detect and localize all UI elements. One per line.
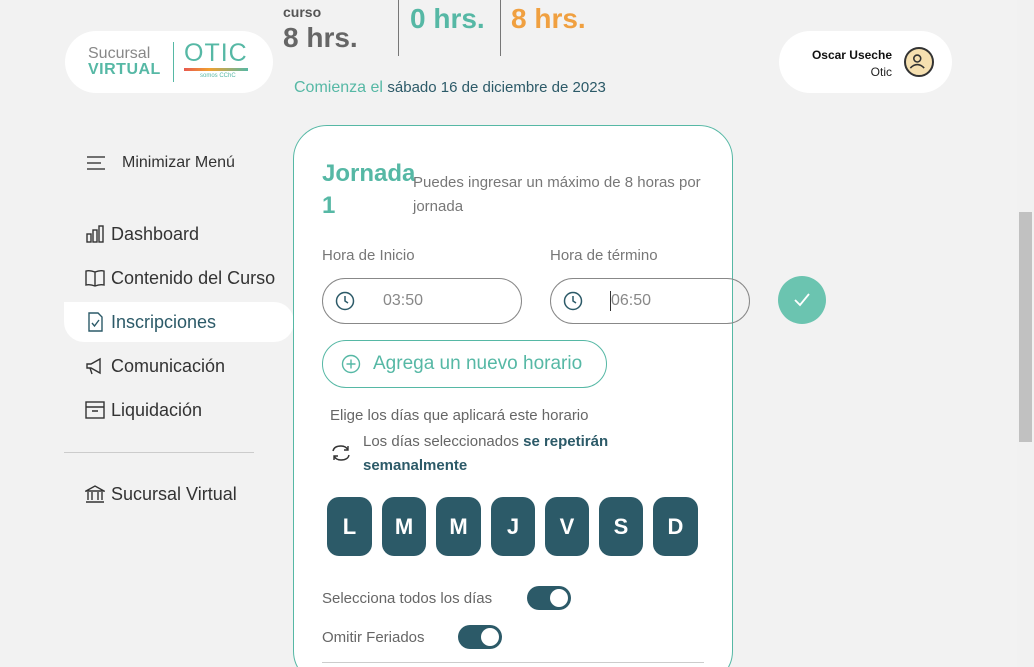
stat-divider <box>398 0 399 56</box>
jornada-help: Puedes ingresar un máximo de 8 horas por… <box>413 174 701 215</box>
select-all-toggle[interactable] <box>527 586 571 610</box>
day-button-martes[interactable]: M <box>382 497 426 556</box>
sidebar-item-sucursal-virtual[interactable]: Sucursal Virtual <box>64 474 294 514</box>
start-date: Comienza el sábado 16 de diciembre de 20… <box>294 79 606 97</box>
stat-curso-label: curso <box>283 4 322 20</box>
repeat-info: Los días seleccionados se repetirán sema… <box>363 430 643 478</box>
clock-icon <box>335 291 355 311</box>
check-icon <box>794 293 810 307</box>
logo-divider <box>173 42 174 82</box>
start-time-label: Hora de Inicio <box>322 247 415 264</box>
start-time-value: 03:50 <box>383 292 424 309</box>
sidebar-nav: Dashboard Contenido del Curso Inscripcio… <box>64 214 294 434</box>
day-button-domingo[interactable]: D <box>653 497 698 556</box>
start-date-value: sábado 16 de diciembre de 2023 <box>387 79 606 96</box>
sidebar-item-label: Contenido del Curso <box>111 267 276 288</box>
sidebar-item-dashboard[interactable]: Dashboard <box>64 214 294 254</box>
choose-days-text: Elige los días que aplicará este horario <box>330 407 589 424</box>
schedule-card: Jornada 1 Puedes ingresar un máximo de 8… <box>293 125 826 667</box>
sidebar-bottom: Sucursal Virtual <box>64 474 294 518</box>
logo[interactable]: Sucursal VIRTUAL OTIC somos CChC <box>65 31 273 93</box>
skip-holidays-label: Omitir Feriados <box>322 628 425 646</box>
megaphone-icon <box>86 357 101 375</box>
day-button-miercoles[interactable]: M <box>436 497 481 556</box>
clock-icon <box>563 291 583 311</box>
confirm-time-button[interactable] <box>778 276 826 324</box>
minimize-menu-label: Minimizar Menú <box>122 154 235 171</box>
stat-divider <box>500 0 501 56</box>
card-divider <box>322 662 704 663</box>
scrollbar-thumb[interactable] <box>1019 212 1032 442</box>
page-scrollbar[interactable] <box>1017 0 1034 667</box>
select-all-row: Selecciona todos los días <box>322 586 571 610</box>
sidebar-divider <box>64 452 254 453</box>
repeat-icon <box>332 445 350 461</box>
user-menu[interactable]: Oscar Useche Otic <box>779 31 952 93</box>
stat-value-2: 0 hrs. <box>410 3 485 34</box>
add-schedule-button[interactable]: Agrega un nuevo horario <box>322 340 607 388</box>
logo-virtual-text: VIRTUAL <box>88 61 161 78</box>
book-icon <box>85 269 105 287</box>
sidebar-item-inscripciones[interactable]: Inscripciones <box>64 302 294 342</box>
end-time-input[interactable]: 06:50 <box>550 278 750 324</box>
start-date-label: Comienza el <box>294 79 383 96</box>
sidebar-item-label: Inscripciones <box>111 311 217 332</box>
sidebar-item-label: Dashboard <box>111 223 200 244</box>
stat-curso-value: 8 hrs. <box>283 22 358 53</box>
sidebar-item-liquidacion[interactable]: Liquidación <box>64 390 294 430</box>
select-all-label: Selecciona todos los días <box>322 589 493 607</box>
document-check-icon <box>88 312 103 332</box>
bank-icon <box>85 485 105 503</box>
plus-circle-icon <box>341 354 361 374</box>
logo-sucursal-text: Sucursal <box>88 45 151 62</box>
sidebar-item-contenido[interactable]: Contenido del Curso <box>64 258 294 298</box>
minimize-menu-button[interactable]: Minimizar Menú <box>86 153 235 173</box>
repeat-prefix: Los días seleccionados <box>363 433 519 450</box>
logo-brand-sub: somos CChC <box>200 73 236 79</box>
avatar[interactable] <box>904 47 934 77</box>
end-time-label: Hora de término <box>550 247 658 264</box>
sidebar-item-comunicacion[interactable]: Comunicación <box>64 346 294 386</box>
add-schedule-label: Agrega un nuevo horario <box>373 353 583 374</box>
logo-brand: OTIC <box>184 39 248 67</box>
sidebar-item-label: Sucursal Virtual <box>111 483 237 504</box>
skip-holidays-toggle[interactable] <box>458 625 502 649</box>
start-time-input[interactable]: 03:50 <box>322 278 522 324</box>
end-time-value: 06:50 <box>611 292 652 309</box>
skip-holidays-row: Omitir Feriados <box>322 625 502 649</box>
bar-chart-icon <box>86 225 104 243</box>
day-selector: L M M J V S D <box>327 497 698 556</box>
day-button-sabado[interactable]: S <box>599 497 643 556</box>
logo-brand-bar <box>184 68 248 71</box>
sidebar-item-label: Comunicación <box>111 355 226 376</box>
archive-icon <box>85 401 105 419</box>
day-button-lunes[interactable]: L <box>327 497 372 556</box>
jornada-title: Jornada 1 <box>322 160 416 219</box>
stat-value-3: 8 hrs. <box>511 3 586 34</box>
sidebar-item-label: Liquidación <box>111 399 203 420</box>
user-icon <box>909 54 925 69</box>
user-name: Oscar Useche <box>811 48 892 62</box>
day-button-jueves[interactable]: J <box>491 497 535 556</box>
user-org: Otic <box>870 65 892 79</box>
day-button-viernes[interactable]: V <box>545 497 589 556</box>
menu-icon <box>87 156 105 170</box>
